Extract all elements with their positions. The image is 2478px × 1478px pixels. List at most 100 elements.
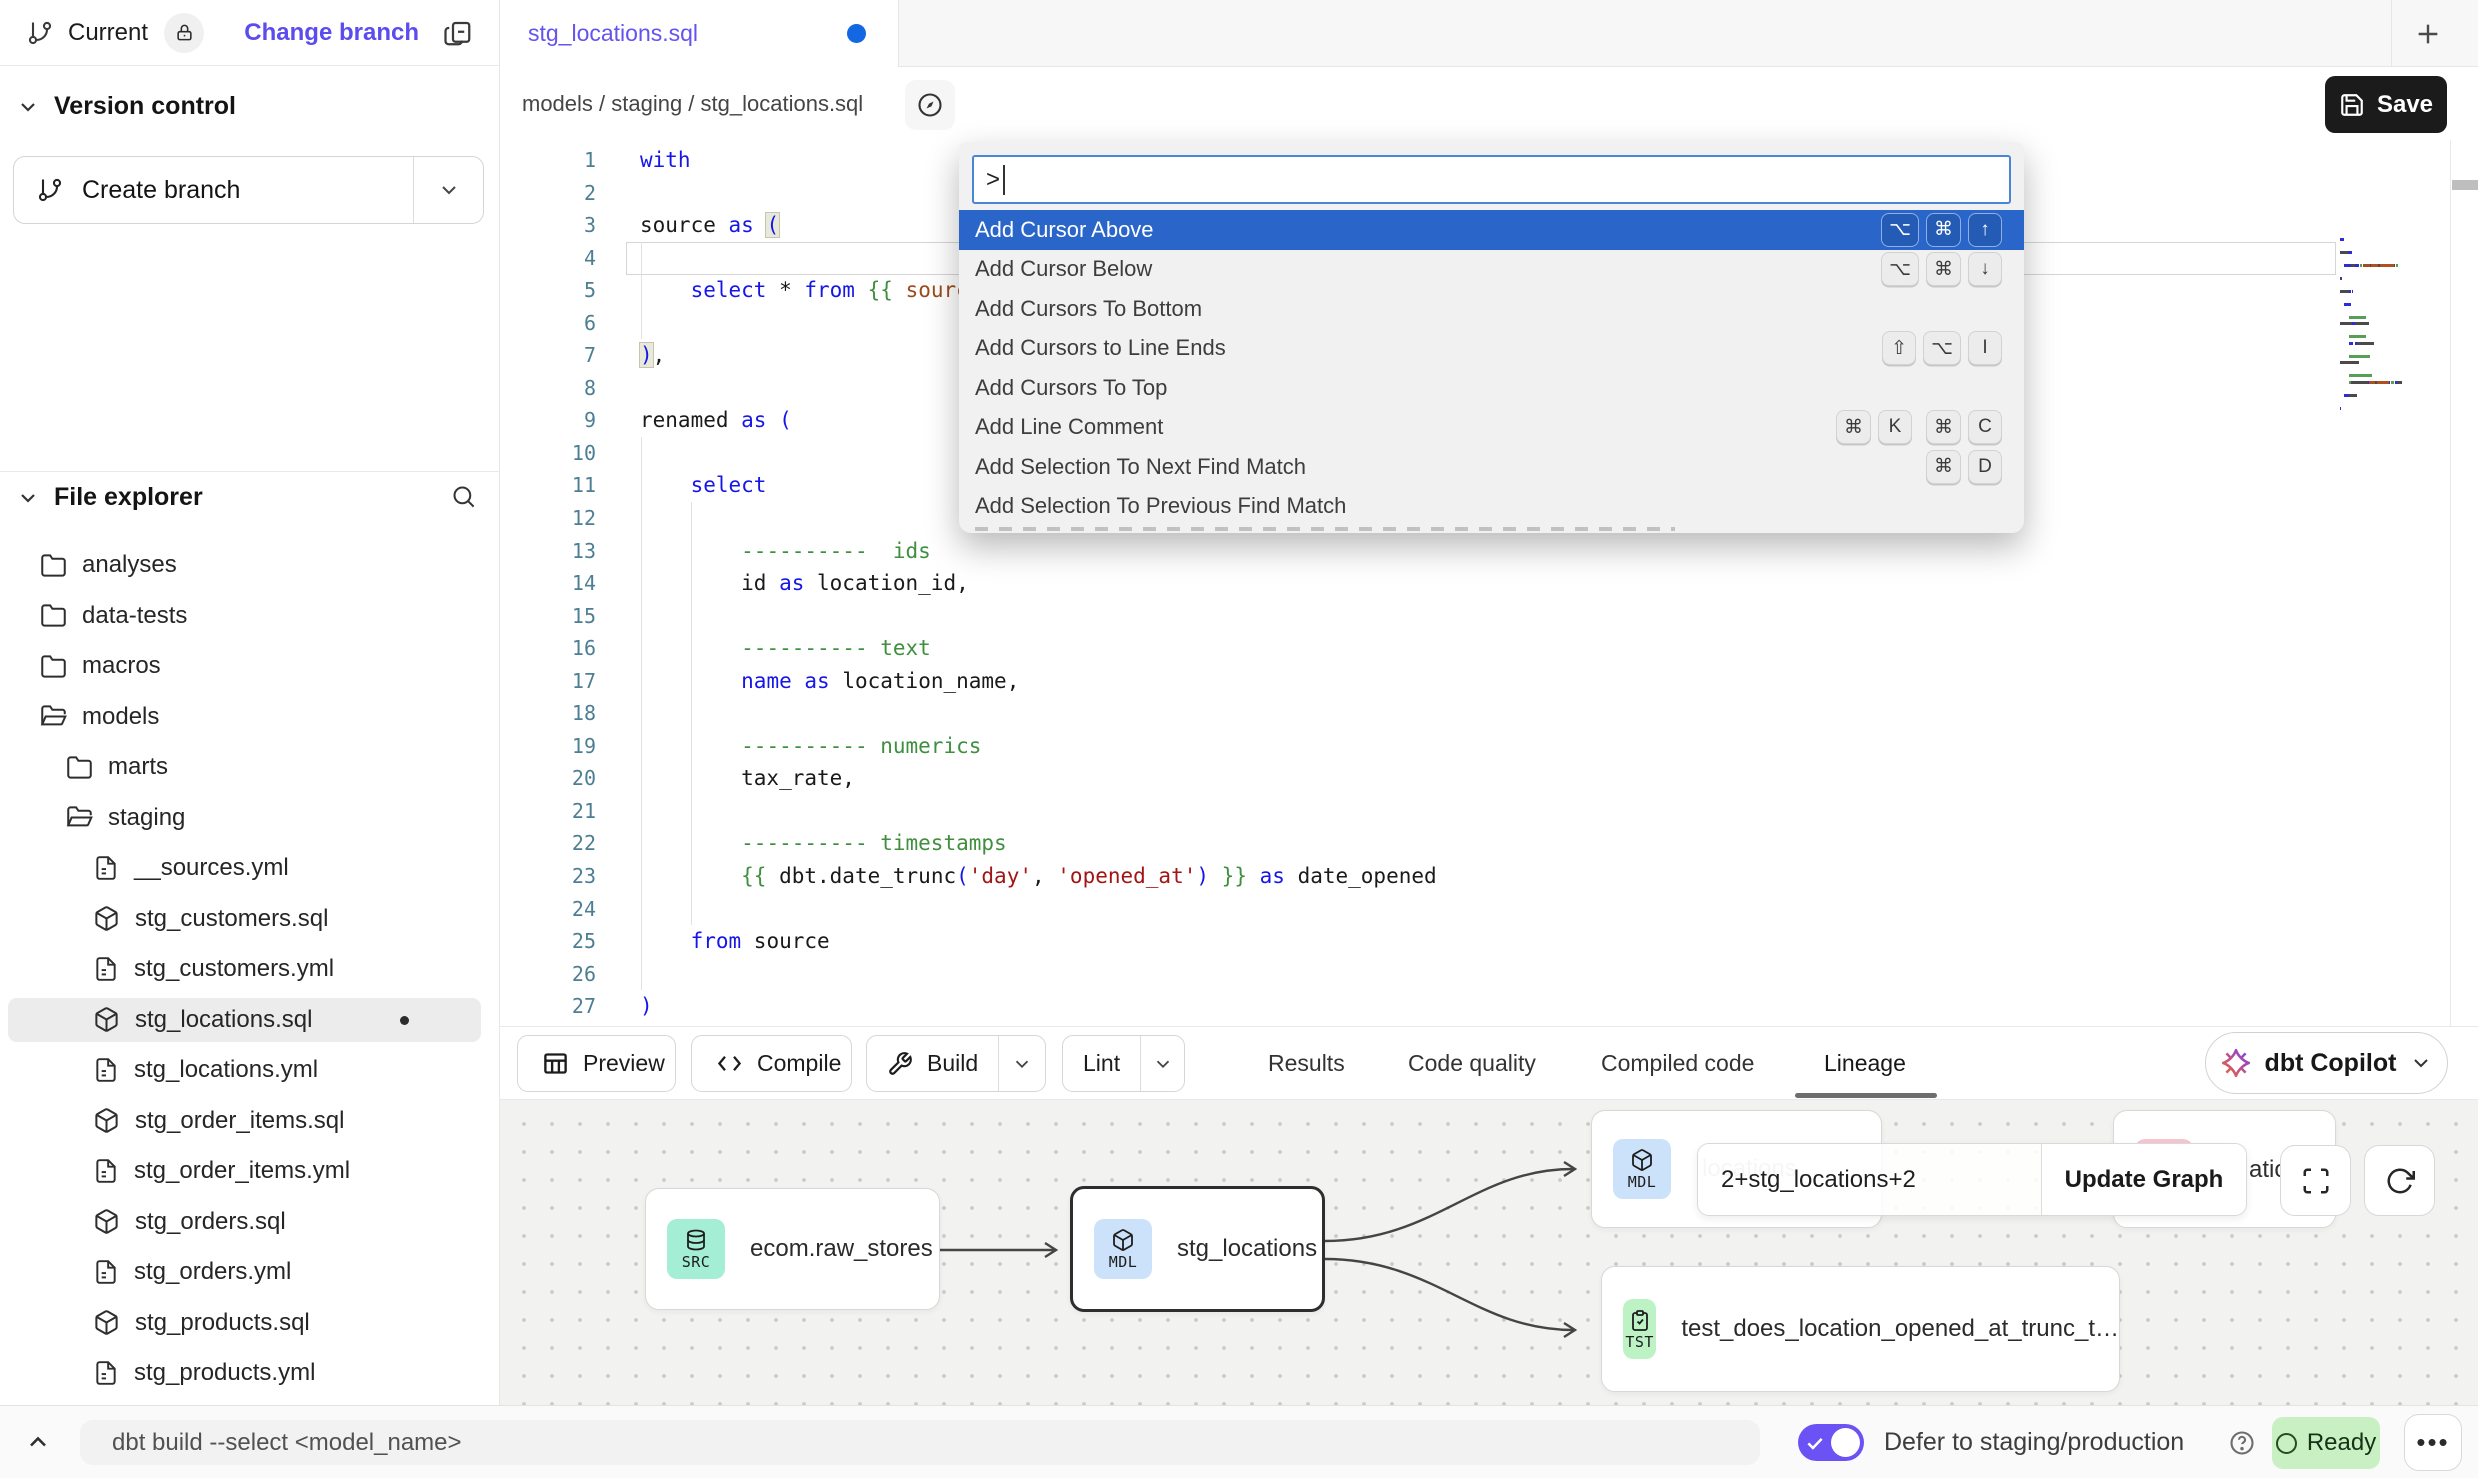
file-tree-item-stg-orders-sql[interactable]: stg_orders.sql	[0, 1197, 499, 1248]
palette-item[interactable]: Add Cursor Above⌥⌘↑	[959, 210, 2024, 250]
minimap-line	[2340, 257, 2402, 260]
refresh-button[interactable]	[2364, 1145, 2435, 1216]
file-tree-item--sources-yml[interactable]: __sources.yml	[0, 843, 499, 894]
lint-button[interactable]: Lint	[1062, 1035, 1185, 1092]
compile-label: Compile	[757, 1050, 841, 1077]
search-icon[interactable]	[450, 483, 477, 510]
palette-item[interactable]: Add Selection To Next Find Match⌘D	[959, 447, 2024, 487]
command-palette-clipped-row	[975, 527, 1675, 531]
lineage-node-stg-locations[interactable]: MDL stg_locations	[1070, 1186, 1325, 1312]
update-graph-button[interactable]: Update Graph	[2041, 1144, 2246, 1215]
keycap: K	[1878, 410, 1912, 444]
palette-item-label: Add Cursors To Top	[975, 375, 2002, 401]
lineage-canvas[interactable]: SRC ecom.raw_stores MDL stg_locations MD…	[500, 1100, 2478, 1405]
code-token: from	[691, 929, 742, 953]
keycap: ⌥	[1881, 213, 1919, 247]
file-tree-item-data-tests[interactable]: data-tests	[0, 591, 499, 642]
lineage-node-test[interactable]: TST test_does_location_opened_at_trunc_t…	[1601, 1266, 2120, 1392]
file-tree-item-stg-order-items-sql[interactable]: stg_order_items.sql	[0, 1096, 499, 1147]
line-number: 17	[500, 665, 596, 698]
minimap[interactable]	[2340, 238, 2404, 413]
palette-item[interactable]: Add Cursor Below⌥⌘↓	[959, 250, 2024, 290]
minimap-slider[interactable]	[2452, 180, 2478, 190]
preview-button[interactable]: Preview	[517, 1035, 676, 1092]
file-tree-item-macros[interactable]: macros	[0, 641, 499, 692]
node-label: ecom.raw_stores	[750, 1235, 933, 1263]
file-tree-item-stg-orders-yml[interactable]: stg_orders.yml	[0, 1247, 499, 1298]
code-token	[640, 636, 741, 660]
keycap: ⌘	[1926, 450, 1961, 484]
docs-compass-icon[interactable]	[905, 80, 955, 130]
file-tree-item-marts[interactable]: marts	[0, 742, 499, 793]
file-tree-item-stg-locations-yml[interactable]: stg_locations.yml	[0, 1045, 499, 1096]
palette-item[interactable]: Add Selection To Previous Find Match	[959, 487, 2024, 527]
code-line-14: id as location_id,	[640, 567, 2338, 600]
file-tree-item-stg-locations-sql[interactable]: stg_locations.sql	[0, 995, 499, 1046]
build-dropdown[interactable]	[998, 1036, 1045, 1091]
file-explorer-section-header[interactable]: File explorer	[16, 483, 203, 512]
file-tree-item-stg-order-items-yml[interactable]: stg_order_items.yml	[0, 1146, 499, 1197]
tab-stg-locations-sql[interactable]: stg_locations.sql	[500, 0, 899, 67]
panel-tab-results[interactable]: Results	[1268, 1027, 1345, 1100]
panel-tab-code-quality[interactable]: Code quality	[1408, 1027, 1536, 1100]
save-button[interactable]: Save	[2325, 76, 2447, 133]
lineage-node-source[interactable]: SRC ecom.raw_stores	[645, 1188, 940, 1310]
palette-item-label: Add Cursors To Bottom	[975, 296, 2002, 322]
breadcrumb: models / staging / stg_locations.sql	[522, 67, 863, 140]
minimap-line	[2340, 355, 2402, 358]
compile-button[interactable]: Compile	[691, 1035, 852, 1092]
code-token: location_id,	[804, 571, 968, 595]
lint-dropdown[interactable]	[1140, 1036, 1184, 1091]
change-branch-link[interactable]: Change branch	[244, 19, 419, 47]
palette-item[interactable]: Add Line Comment⌘K⌘C	[959, 408, 2024, 448]
copy-icon[interactable]	[443, 18, 473, 48]
editor-tabstrip: stg_locations.sql	[500, 0, 2478, 67]
code-token	[640, 734, 741, 758]
keycap: ⌥	[1881, 252, 1919, 286]
unsaved-dot-icon	[400, 1016, 409, 1025]
dbt-command-input[interactable]: dbt build --select <model_name>	[80, 1420, 1760, 1465]
minimap-line	[2340, 322, 2402, 325]
file-tree-item-stg-customers-yml[interactable]: stg_customers.yml	[0, 944, 499, 995]
file-tree-item-stg-products-yml[interactable]: stg_products.yml	[0, 1348, 499, 1399]
model-badge: MDL	[1613, 1139, 1671, 1199]
status-ready-badge[interactable]: Ready	[2272, 1417, 2380, 1469]
new-tab-button[interactable]	[2408, 14, 2448, 54]
command-palette-input[interactable]: >	[972, 155, 2011, 204]
build-button[interactable]: Build	[866, 1035, 1046, 1092]
panel-tab-lineage[interactable]: Lineage	[1824, 1027, 1906, 1100]
sidebar: Current Change branch Version control Cr…	[0, 0, 500, 1405]
fullscreen-button[interactable]	[2280, 1145, 2351, 1216]
create-branch-button[interactable]: Create branch	[13, 156, 484, 224]
status-ring-icon	[2276, 1433, 2297, 1454]
file-label: data-tests	[82, 602, 187, 630]
palette-item[interactable]: Add Cursors to Line Ends⇧⌥I	[959, 329, 2024, 369]
code-line-13: ---------- ids	[640, 535, 2338, 568]
version-control-section-header[interactable]: Version control	[16, 92, 236, 121]
dbt-copilot-button[interactable]: dbt Copilot	[2205, 1032, 2448, 1094]
file-tree-item-analyses[interactable]: analyses	[0, 540, 499, 591]
file-tree-item-models[interactable]: models	[0, 692, 499, 743]
palette-item-label: Add Line Comment	[975, 414, 1822, 440]
defer-toggle[interactable]	[1798, 1424, 1864, 1461]
code-line-26	[640, 958, 2338, 991]
palette-item[interactable]: Add Cursors To Top	[959, 368, 2024, 408]
help-icon[interactable]	[2228, 1429, 2256, 1457]
code-token: )	[640, 994, 653, 1018]
code-token: )	[1196, 864, 1209, 888]
create-branch-dropdown[interactable]	[413, 157, 483, 223]
file-tree-item-staging[interactable]: staging	[0, 793, 499, 844]
chevron-up-icon[interactable]	[24, 1428, 52, 1456]
model-cube-icon	[93, 1107, 120, 1134]
file-tree-item-stg-customers-sql[interactable]: stg_customers.sql	[0, 894, 499, 945]
preview-label: Preview	[583, 1050, 665, 1077]
palette-item[interactable]: Add Cursors To Bottom	[959, 289, 2024, 329]
divider	[0, 471, 499, 472]
code-token: tax_rate,	[640, 766, 855, 790]
more-options-button[interactable]: •••	[2404, 1414, 2462, 1471]
panel-tab-compiled-code[interactable]: Compiled code	[1601, 1027, 1754, 1100]
minimap-line	[2340, 290, 2402, 293]
file-tree-item-stg-products-sql[interactable]: stg_products.sql	[0, 1298, 499, 1349]
lineage-selector-input[interactable]: 2+stg_locations+2	[1698, 1144, 2041, 1215]
command-palette-list: Add Cursor Above⌥⌘↑Add Cursor Below⌥⌘↓ Ad…	[959, 210, 2024, 526]
